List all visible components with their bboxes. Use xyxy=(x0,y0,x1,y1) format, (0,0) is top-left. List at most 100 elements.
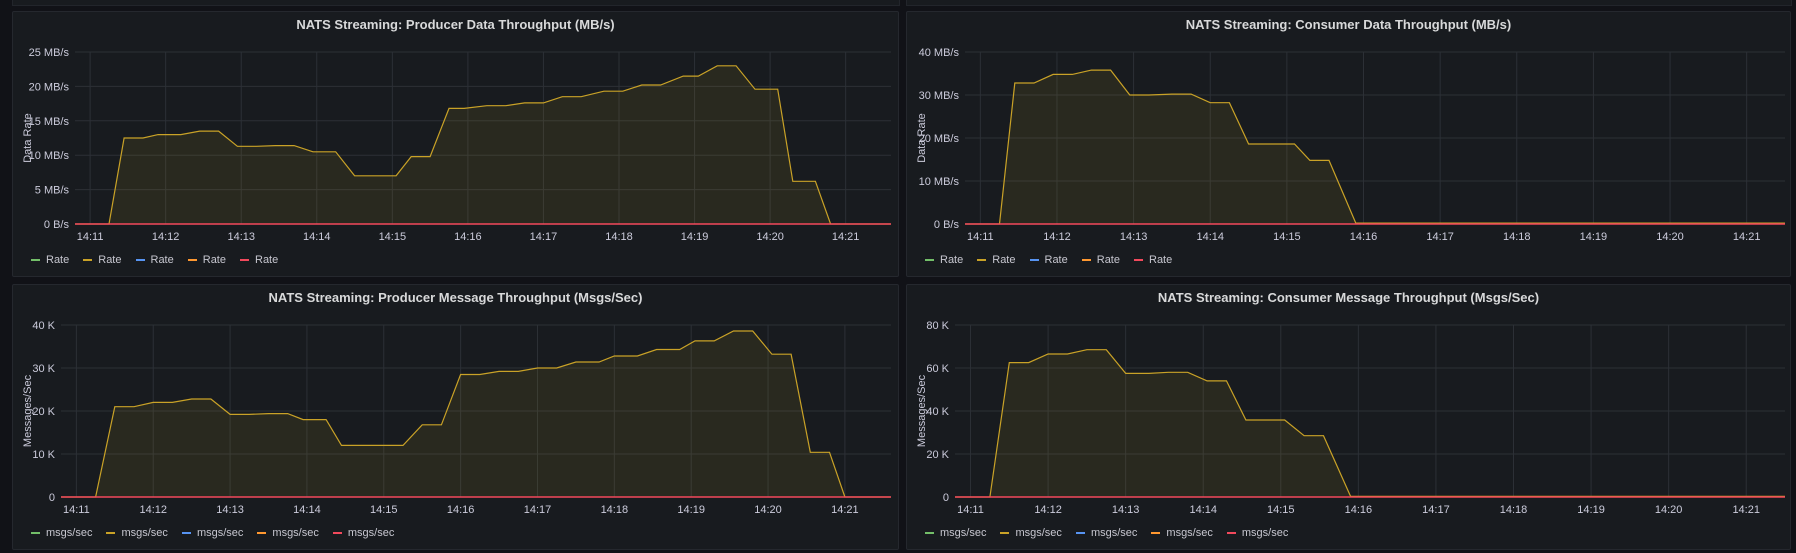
y-tick-label: 0 xyxy=(49,492,55,504)
x-tick-label: 14:13 xyxy=(227,231,255,243)
legend-label: msgs/sec xyxy=(1166,527,1213,539)
legend-item[interactable]: msgs/sec xyxy=(31,527,92,539)
x-tick-label: 14:20 xyxy=(754,504,782,516)
x-tick-label: 14:18 xyxy=(1503,231,1531,243)
y-axis-label: Messages/Sec xyxy=(916,374,928,447)
chart-producer-message-throughput[interactable]: 0 10 K 20 K 30 K 40 K 14:11 14:12 14:13 14:14 14:… xyxy=(13,285,899,550)
x-tick-label: 14:19 xyxy=(681,231,709,243)
y-tick-label: 60 K xyxy=(926,363,949,375)
legend-item[interactable]: msgs/sec xyxy=(1000,527,1062,539)
x-tick-label: 14:11 xyxy=(77,231,104,243)
x-tick-label: 14:21 xyxy=(1733,231,1761,243)
y-tick-label: 10 MB/s xyxy=(919,176,960,188)
legend-item[interactable]: Rate xyxy=(240,254,278,266)
x-tick-label: 14:11 xyxy=(63,504,90,516)
legend-label: Rate xyxy=(940,254,964,266)
legend-item[interactable]: Rate xyxy=(135,254,174,266)
legend-swatch xyxy=(181,532,191,534)
chart-consumer-data-throughput[interactable]: 0 B/s10 MB/s20 MB/s30 MB/s40 MB/s14:11 14… xyxy=(907,12,1791,277)
legend-item[interactable]: Rate xyxy=(31,254,69,266)
legend-item[interactable]: Rate xyxy=(1029,254,1068,266)
legend-label: Rate xyxy=(98,254,122,266)
legend-label: Rate xyxy=(150,254,174,266)
legend-item[interactable]: Rate xyxy=(925,254,963,266)
x-tick-label: 14:21 xyxy=(831,504,859,516)
legend-swatch xyxy=(257,532,267,534)
x-tick-label: 14:11 xyxy=(957,504,984,516)
legend-item[interactable]: Rate xyxy=(1134,254,1172,266)
legend: msgs/sec msgs/sec msgs/sec msgs/sec msgs/sec xyxy=(925,527,1288,539)
legend-item[interactable]: msgs/sec xyxy=(332,527,394,539)
panel-producer-data-throughput[interactable]: NATS Streaming: Producer Data Throughput… xyxy=(12,11,899,277)
legend-item[interactable]: Rate xyxy=(83,254,122,266)
legend-item[interactable]: msgs/sec xyxy=(1151,527,1213,539)
y-tick-label: 0 B/s xyxy=(44,219,70,231)
x-tick-label: 14:12 xyxy=(1043,231,1071,243)
legend-item[interactable]: msgs/sec xyxy=(925,527,986,539)
x-tick-label: 14:14 xyxy=(1196,231,1224,243)
legend-item[interactable]: msgs/sec xyxy=(181,527,244,539)
panel-producer-message-throughput[interactable]: NATS Streaming: Producer Message Through… xyxy=(12,284,899,550)
legend: msgs/sec msgs/sec msgs/sec msgs/sec msgs/sec xyxy=(31,527,394,539)
legend-label: Rate xyxy=(202,254,226,266)
legend-label: msgs/sec xyxy=(196,527,244,539)
x-tick-label: 14:20 xyxy=(756,231,784,243)
chart-producer-data-throughput[interactable]: 0 B/s 5 MB/s 10 MB/s 15 MB/s 20 MB/s 25 MB/s 1… xyxy=(13,12,899,277)
legend-swatch xyxy=(83,259,93,261)
legend-item[interactable]: Rate xyxy=(977,254,1016,266)
x-tick-label: 14:12 xyxy=(152,231,180,243)
series-area-fill xyxy=(955,349,1785,497)
x-tick-label: 14:16 xyxy=(447,504,475,516)
x-tick-label: 14:12 xyxy=(139,504,167,516)
x-tick-label: 14:20 xyxy=(1656,231,1684,243)
legend-swatch xyxy=(1151,532,1161,534)
x-tick-label: 14:21 xyxy=(832,231,860,243)
legend-swatch xyxy=(106,532,116,534)
legend-label: msgs/sec xyxy=(1241,527,1289,539)
legend-swatch xyxy=(240,259,249,261)
series-area-fill xyxy=(61,331,891,497)
panel-consumer-message-throughput[interactable]: NATS Streaming: Consumer Message Through… xyxy=(906,284,1791,550)
legend-swatch xyxy=(1226,532,1236,534)
legend-item[interactable]: msgs/sec xyxy=(1226,527,1289,539)
legend-item[interactable]: msgs/sec xyxy=(106,527,168,539)
x-tick-label: 14:18 xyxy=(1500,504,1528,516)
y-tick-label: 20 MB/s xyxy=(29,81,70,93)
chart-consumer-message-throughput[interactable]: 0 20 K 40 K 60 K 80 K 14:11 14:12 14:13 14:14 14:… xyxy=(907,285,1791,550)
legend-item[interactable]: msgs/sec xyxy=(1075,527,1138,539)
x-tick-label: 14:13 xyxy=(1120,231,1148,243)
legend-item[interactable]: Rate xyxy=(187,254,226,266)
x-tick-label: 14:15 xyxy=(1273,231,1301,243)
y-tick-label: 25 MB/s xyxy=(29,47,70,59)
legend-label: Rate xyxy=(1149,254,1173,266)
x-tick-label: 14:20 xyxy=(1655,504,1683,516)
legend-label: msgs/sec xyxy=(1090,527,1138,539)
x-tick-label: 14:21 xyxy=(1732,504,1760,516)
legend-label: Rate xyxy=(1096,254,1120,266)
y-tick-label: 0 xyxy=(943,492,949,504)
legend-swatch xyxy=(1075,532,1085,534)
x-tick-label: 14:16 xyxy=(1345,504,1373,516)
legend-swatch xyxy=(1029,259,1039,261)
y-tick-label: 0 B/s xyxy=(934,219,960,231)
legend-label: msgs/sec xyxy=(940,527,987,539)
legend-label: msgs/sec xyxy=(46,527,93,539)
y-tick-label: 20 K xyxy=(32,406,55,418)
panel-consumer-data-throughput[interactable]: NATS Streaming: Consumer Data Throughput… xyxy=(906,11,1791,277)
x-tick-label: 14:14 xyxy=(293,504,321,516)
y-tick-label: 10 K xyxy=(32,449,55,461)
x-tick-label: 14:18 xyxy=(605,231,633,243)
x-tick-label: 14:15 xyxy=(379,231,407,243)
y-tick-label: 30 K xyxy=(32,363,55,375)
x-tick-label: 14:13 xyxy=(216,504,244,516)
x-tick-label: 14:18 xyxy=(601,504,629,516)
x-tick-label: 14:11 xyxy=(967,231,994,243)
x-tick-label: 14:14 xyxy=(303,231,331,243)
legend-item[interactable]: Rate xyxy=(1081,254,1120,266)
legend-label: Rate xyxy=(255,254,279,266)
y-axis-label: Messages/Sec xyxy=(22,374,34,447)
legend-item[interactable]: msgs/sec xyxy=(257,527,319,539)
x-tick-label: 14:16 xyxy=(1350,231,1378,243)
y-tick-label: 40 MB/s xyxy=(919,47,960,59)
x-tick-label: 14:14 xyxy=(1189,504,1217,516)
